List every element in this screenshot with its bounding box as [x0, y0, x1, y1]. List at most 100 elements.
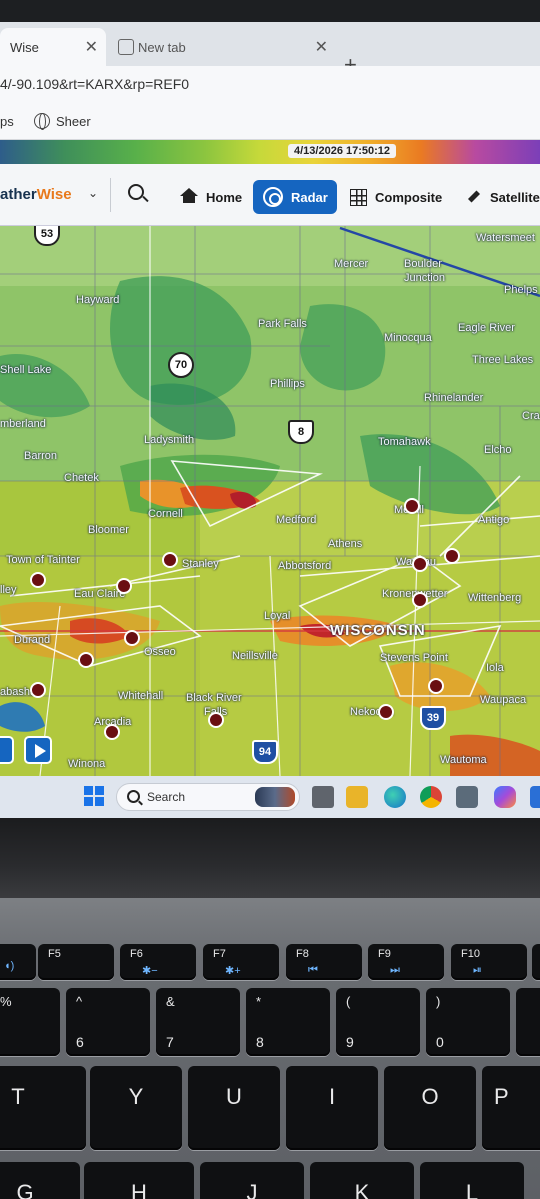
- key-f7[interactable]: F7 ✱+: [203, 944, 279, 980]
- address-bar[interactable]: 4/-90.109&rt=KARX&rp=REF0: [0, 66, 540, 104]
- key-f8[interactable]: F8 ⏮: [286, 944, 362, 980]
- chrome-icon[interactable]: [420, 786, 442, 808]
- map-place-label: Cornell: [148, 508, 183, 520]
- map-pin-icon[interactable]: [162, 552, 178, 568]
- url-text[interactable]: 4/-90.109&rt=KARX&rp=REF0: [0, 76, 189, 92]
- tab-radar-app[interactable]: Wise ✕: [0, 28, 106, 66]
- key-y[interactable]: Y: [90, 1066, 182, 1150]
- map-pin-icon[interactable]: [116, 578, 132, 594]
- key-g[interactable]: G: [0, 1162, 80, 1199]
- taskbar-search-label: Search: [147, 790, 186, 804]
- key-label: F7: [213, 948, 226, 960]
- key-p[interactable]: P: [482, 1066, 540, 1150]
- key-9[interactable]: ( 9: [336, 988, 420, 1056]
- windows-start-icon[interactable]: [84, 786, 104, 806]
- map-place-label: Ladysmith: [144, 434, 195, 446]
- key-i[interactable]: I: [286, 1066, 378, 1150]
- store-icon[interactable]: [456, 786, 478, 808]
- close-tab-icon[interactable]: ✕: [85, 37, 98, 57]
- bookmarks-bar: ps Sheer: [0, 104, 540, 140]
- map-pin-icon[interactable]: [30, 572, 46, 588]
- map-pin-icon[interactable]: [412, 592, 428, 608]
- map-place-label: Phillips: [270, 378, 305, 390]
- nav-label: Composite: [375, 189, 443, 205]
- key-label: 9: [346, 1034, 354, 1050]
- key-6[interactable]: ^ 6: [66, 988, 150, 1056]
- taskbar-search-box[interactable]: Search: [116, 783, 300, 811]
- key-7[interactable]: & 7: [156, 988, 240, 1056]
- key-f5[interactable]: ◖): [0, 944, 36, 980]
- map-place-label: Antigo: [478, 514, 510, 526]
- bookmark-item[interactable]: ps: [0, 114, 14, 129]
- chevron-down-icon[interactable]: ⌄: [88, 186, 98, 200]
- copilot-icon[interactable]: [494, 786, 516, 808]
- key-label: ): [436, 994, 441, 1009]
- map-pin-icon[interactable]: [404, 498, 420, 514]
- key-8[interactable]: * 8: [246, 988, 330, 1056]
- edge-icon[interactable]: [384, 786, 406, 808]
- search-icon[interactable]: [128, 184, 144, 200]
- map-place-label: Cra: [522, 410, 540, 422]
- map-place-label: Watersmeet: [476, 232, 535, 244]
- key-j[interactable]: J: [200, 1162, 304, 1199]
- key-label: O: [421, 1084, 439, 1109]
- key-o[interactable]: O: [384, 1066, 476, 1150]
- key-f10[interactable]: F10 ⏯: [451, 944, 527, 980]
- radar-color-legend: [0, 140, 540, 164]
- interstate-shield: 39: [420, 706, 446, 730]
- key-t[interactable]: T: [0, 1066, 86, 1150]
- key-f11[interactable]: [532, 944, 540, 980]
- task-view-icon[interactable]: [312, 786, 334, 808]
- key-label: Y: [128, 1084, 144, 1109]
- tab-new-tab[interactable]: New tab ✕: [106, 28, 336, 66]
- file-explorer-icon[interactable]: [346, 786, 368, 808]
- map-pin-icon[interactable]: [378, 704, 394, 720]
- map-pin-icon[interactable]: [30, 682, 46, 698]
- timeline-button[interactable]: [0, 736, 14, 764]
- search-highlight-image: [255, 787, 295, 807]
- map-pin-icon[interactable]: [412, 556, 428, 572]
- map-pin-icon[interactable]: [444, 548, 460, 564]
- mic-icon: ◖): [4, 960, 15, 972]
- key-f5[interactable]: F5: [38, 944, 114, 980]
- key-label: 6: [76, 1034, 84, 1050]
- map-pin-icon[interactable]: [124, 630, 140, 646]
- key-label: &: [166, 994, 175, 1009]
- map-place-label: Loyal: [264, 610, 291, 622]
- map-place-label: Stevens Point: [380, 652, 448, 664]
- key-h[interactable]: H: [84, 1162, 194, 1199]
- key-k[interactable]: K: [310, 1162, 414, 1199]
- map-place-label: Minocqua: [384, 332, 432, 344]
- app-icon[interactable]: [530, 786, 540, 808]
- nav-satellite-button[interactable]: Satellite: [466, 180, 540, 214]
- brand-logo[interactable]: atherWise: [0, 186, 72, 203]
- key-l[interactable]: L: [420, 1162, 524, 1199]
- map-place-label: Medford: [276, 514, 317, 526]
- bookmark-item[interactable]: Sheer: [56, 114, 91, 129]
- nav-home-button[interactable]: Home: [180, 180, 242, 214]
- map-pin-icon[interactable]: [428, 678, 444, 694]
- key-minus[interactable]: [516, 988, 540, 1056]
- app-navbar: atherWise ⌄ Home Radar Composite Satelli…: [0, 164, 540, 226]
- brightness-up-icon: ✱+: [225, 965, 241, 977]
- play-button[interactable]: [24, 736, 52, 764]
- key-u[interactable]: U: [188, 1066, 280, 1150]
- nav-radar-button[interactable]: Radar: [253, 180, 337, 214]
- map-place-label: Hayward: [76, 294, 120, 306]
- key-f9[interactable]: F9 ⏭: [368, 944, 444, 980]
- map-pin-icon[interactable]: [104, 724, 120, 740]
- radar-map[interactable]: Watersmeet Mercer Boulder Junction Phelp…: [0, 226, 540, 776]
- key-label: U: [226, 1084, 242, 1109]
- key-label: (: [346, 994, 351, 1009]
- key-f6[interactable]: F6 ✱−: [120, 944, 196, 980]
- previous-track-icon: ⏮: [308, 964, 318, 976]
- key-label: J: [246, 1180, 258, 1199]
- key-5[interactable]: %: [0, 988, 60, 1056]
- key-0[interactable]: ) 0: [426, 988, 510, 1056]
- map-place-label: Chetek: [64, 472, 99, 484]
- map-pin-icon[interactable]: [208, 712, 224, 728]
- nav-composite-button[interactable]: Composite: [350, 180, 442, 214]
- map-pin-icon[interactable]: [78, 652, 94, 668]
- map-place-label: Winona: [68, 758, 106, 770]
- close-tab-icon[interactable]: ✕: [315, 37, 328, 57]
